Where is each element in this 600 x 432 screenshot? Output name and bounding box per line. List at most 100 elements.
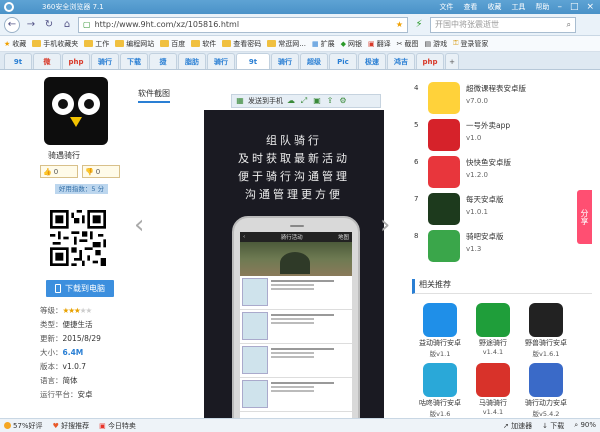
close-icon[interactable]: × — [586, 2, 594, 12]
back-icon[interactable]: ← — [4, 16, 20, 33]
related-app[interactable]: 益动骑行安卓 版v1.1 — [418, 303, 462, 358]
browser-tab[interactable]: 脂肪 — [178, 53, 206, 69]
fav-item[interactable]: 编程网站 — [115, 39, 154, 49]
browser-tab[interactable]: 微 — [33, 53, 61, 69]
related-app[interactable]: 咕咚骑行安卓 版v1.6 — [418, 363, 462, 418]
forward-icon[interactable]: → — [24, 18, 38, 32]
maximize-icon[interactable]: □ — [570, 2, 579, 12]
search-input[interactable]: 开国中将张震逝世 ⌕ — [430, 16, 576, 33]
browser-tab[interactable]: 捷 — [149, 53, 177, 69]
fav-item[interactable]: 工作 — [84, 39, 109, 49]
grid-icon[interactable]: ▦ — [235, 96, 245, 106]
minimize-icon[interactable]: – — [557, 2, 562, 12]
chevron-left-icon[interactable]: ‹ — [134, 210, 144, 240]
rank-title[interactable]: 超微课程表安卓版 — [466, 83, 526, 95]
refresh-icon[interactable]: ↻ — [42, 18, 56, 32]
browser-tab[interactable]: 鸿吉 — [387, 53, 415, 69]
browser-tab[interactable]: php — [416, 53, 444, 69]
fav-item[interactable]: 手机收藏夹 — [32, 39, 78, 49]
vote-down-button[interactable]: 👎 0 — [82, 165, 120, 178]
rank-title[interactable]: 每天安卓版 — [466, 194, 504, 206]
fav-item[interactable]: ◆ 网银 — [341, 39, 362, 49]
browser-tab-active[interactable]: 9t — [236, 53, 270, 69]
fav-item[interactable]: ⚿ 登录管家 — [453, 39, 488, 49]
related-app-icon[interactable] — [529, 363, 563, 397]
menu-help[interactable]: 帮助 — [535, 2, 549, 12]
browser-tab[interactable]: 骑行 — [207, 53, 235, 69]
related-app[interactable]: 野途骑行 v1.4.1 — [471, 303, 515, 358]
related-app-name[interactable]: 咕咚骑行安卓 — [419, 399, 461, 408]
fav-item[interactable]: 百度 — [160, 39, 185, 49]
related-app-name[interactable]: 野途骑行 — [479, 339, 507, 348]
menu-view[interactable]: 查看 — [463, 2, 477, 12]
rank-item[interactable]: 7 每天安卓版 v1.0.1 — [414, 193, 584, 230]
menu-favorites[interactable]: 收藏 — [487, 2, 501, 12]
related-app-icon[interactable] — [423, 363, 457, 397]
rank-app-icon[interactable] — [428, 156, 460, 188]
vote-up-button[interactable]: 👍 0 — [40, 165, 78, 178]
fav-item[interactable]: 查看密码 — [222, 39, 261, 49]
lightning-icon[interactable]: ⚡ — [412, 18, 426, 32]
accelerator-status[interactable]: ➚ 加速器 — [503, 421, 532, 431]
rank-title[interactable]: 快快鱼安卓版 — [466, 157, 511, 169]
browser-tab[interactable]: 骑行 — [271, 53, 299, 69]
download-status[interactable]: ↓ 下载 — [542, 421, 564, 431]
url-input[interactable]: ▢ http://www.9ht.com/xz/105816.html ★ — [78, 16, 408, 33]
related-app[interactable]: 野兽骑行安卓 版v1.6.1 — [524, 303, 568, 358]
rank-app-icon[interactable] — [428, 82, 460, 114]
fav-item[interactable]: 常逛网... — [267, 39, 306, 49]
browser-tab[interactable]: 极速 — [358, 53, 386, 69]
rank-app-icon[interactable] — [428, 230, 460, 262]
send-to-phone-link[interactable]: 发送到手机 — [248, 96, 283, 106]
share-icon[interactable]: ⇪ — [325, 96, 335, 106]
rank-app-icon[interactable] — [428, 193, 460, 225]
rank-item[interactable]: 6 快快鱼安卓版 v1.2.0 — [414, 156, 584, 193]
recommend-status[interactable]: ♥ 好搜推荐 — [53, 421, 90, 431]
browser-tab[interactable]: Pic — [329, 53, 357, 69]
screenshot-tab[interactable]: 软件截图 — [138, 88, 170, 103]
home-icon[interactable]: ⌂ — [60, 18, 74, 32]
related-app-icon[interactable] — [423, 303, 457, 337]
related-app-name[interactable]: 骑行动力安卓 — [525, 399, 567, 408]
fav-item[interactable]: ▤ 游戏 — [424, 39, 447, 49]
fav-item[interactable]: ▦ 扩展 — [312, 39, 335, 49]
related-app-icon[interactable] — [529, 303, 563, 337]
browser-tab[interactable]: 骑行 — [91, 53, 119, 69]
menu-file[interactable]: 文件 — [439, 2, 453, 12]
rank-item[interactable]: 5 一号外卖app v1.0 — [414, 119, 584, 156]
fav-item[interactable]: 软件 — [191, 39, 216, 49]
related-app-name[interactable]: 马骑骑行 — [479, 399, 507, 408]
related-app[interactable]: 骑行动力安卓 版v5.4.2 — [524, 363, 568, 418]
related-app-icon[interactable] — [476, 363, 510, 397]
related-app-name[interactable]: 野兽骑行安卓 — [525, 339, 567, 348]
settings-icon[interactable]: ⚙ — [338, 96, 348, 106]
share-button[interactable]: 分享 — [577, 190, 592, 244]
rank-item[interactable]: 4 超微课程表安卓版 v7.0.0 — [414, 82, 584, 119]
related-app-name[interactable]: 益动骑行安卓 — [419, 339, 461, 348]
fullscreen-icon[interactable]: ⤢ — [299, 96, 309, 106]
browser-tab[interactable]: 下载 — [120, 53, 148, 69]
related-app-icon[interactable] — [476, 303, 510, 337]
rank-item[interactable]: 8 骑吧安卓版 v1.3 — [414, 230, 584, 267]
rank-title[interactable]: 骑吧安卓版 — [466, 231, 504, 243]
browser-tab[interactable]: 超级 — [300, 53, 328, 69]
browser-tab[interactable]: php — [62, 53, 90, 69]
rating-status[interactable]: 57%好评 — [4, 421, 43, 431]
fav-item[interactable]: ▣ 翻译 — [368, 39, 391, 49]
chevron-right-icon[interactable]: › — [380, 210, 390, 240]
menu-tools[interactable]: 工具 — [511, 2, 525, 12]
deals-status[interactable]: ▣ 今日特卖 — [99, 421, 136, 431]
save-icon[interactable]: ▣ — [312, 96, 322, 106]
rank-app-icon[interactable] — [428, 119, 460, 151]
rank-title[interactable]: 一号外卖app — [466, 120, 510, 132]
browser-tab[interactable]: 9t — [4, 53, 32, 69]
fav-item[interactable]: ★ 收藏 — [4, 39, 26, 49]
download-to-pc-button[interactable]: 下载到电脑 — [46, 280, 114, 297]
star-icon[interactable]: ★ — [396, 20, 403, 29]
zoom-status[interactable]: ⌕ 90% — [574, 421, 596, 430]
cloud-icon[interactable]: ☁ — [286, 96, 296, 106]
search-icon[interactable]: ⌕ — [567, 20, 571, 30]
new-tab-button[interactable]: + — [445, 53, 459, 69]
fav-item[interactable]: ✂ 截图 — [397, 39, 419, 49]
related-app[interactable]: 马骑骑行 v1.4.1 — [471, 363, 515, 418]
